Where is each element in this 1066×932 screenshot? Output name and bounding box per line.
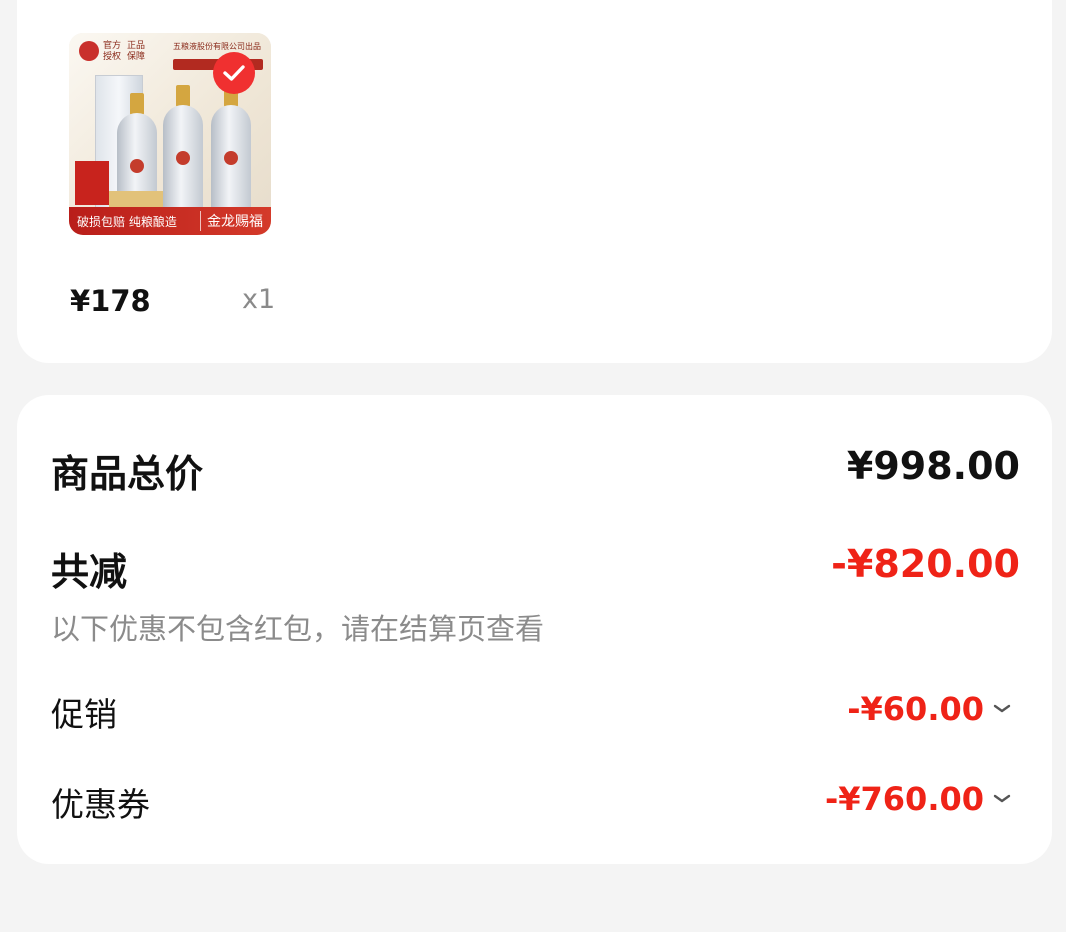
chevron-down-icon	[993, 704, 1011, 713]
total-price-value: ¥998.00	[846, 444, 1020, 488]
product-price: ¥178	[70, 284, 151, 318]
coupon-value: -¥760.00	[824, 780, 984, 818]
discount-note: 以下优惠不包含红包，请在结算页查看	[51, 612, 545, 646]
maker-text: 五粮液股份有限公司出品	[173, 42, 261, 51]
brand-tag-line-1: 官方	[103, 41, 122, 51]
product-banner: 破损包赔 纯粮酿造 金龙赐福	[69, 207, 271, 235]
price-summary-card: 商品总价 ¥998.00 共减 -¥820.00 以下优惠不包含红包，请在结算页…	[17, 395, 1052, 864]
promotion-value: -¥60.00	[847, 690, 984, 728]
total-discount-label: 共减	[51, 550, 128, 594]
product-card: 官方 授权 正品 保障 五粮液股份有限公司出品 破损包赔 纯粮酿造 金龙赐福 ¥…	[17, 0, 1052, 363]
promotion-row-toggle[interactable]: -¥60.00	[847, 690, 1012, 728]
coupon-row-toggle[interactable]: -¥760.00	[825, 780, 1012, 818]
brand-tag-1: 官方 授权	[103, 41, 121, 63]
brand-tag-line-2: 授权	[103, 52, 122, 62]
product-image[interactable]: 官方 授权 正品 保障 五粮液股份有限公司出品 破损包赔 纯粮酿造 金龙赐福	[69, 33, 271, 235]
product-quantity: x1	[242, 284, 276, 315]
brand-logo-icon	[79, 41, 99, 61]
banner-small-text: 破损包赔 纯粮酿造	[77, 214, 177, 229]
coupon-label: 优惠券	[51, 785, 150, 824]
auth-tag-line-1: 正品	[127, 41, 146, 51]
gift-bag	[75, 161, 109, 205]
total-price-label: 商品总价	[51, 452, 204, 496]
chevron-down-icon	[993, 794, 1011, 803]
banner-big-text: 金龙赐福	[200, 211, 263, 231]
total-discount-value: -¥820.00	[831, 542, 1020, 586]
promotion-label: 促销	[51, 695, 117, 734]
brand-tag-2: 正品 保障	[127, 41, 145, 63]
auth-tag-line-2: 保障	[127, 52, 146, 62]
check-circle-icon[interactable]	[213, 52, 255, 94]
